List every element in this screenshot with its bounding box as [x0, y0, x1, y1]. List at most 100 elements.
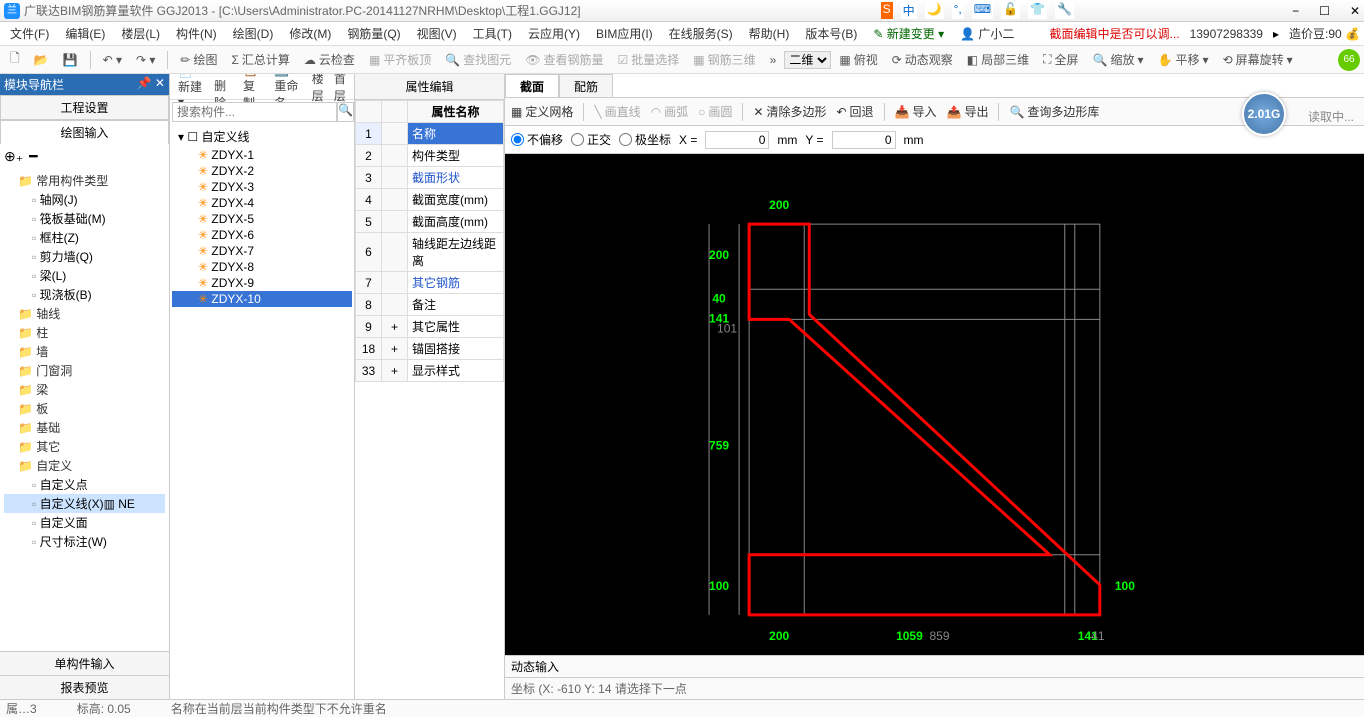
find-element-button[interactable]: 🔍 查找图元	[439, 49, 517, 70]
property-row[interactable]: 9+其它属性	[356, 316, 504, 338]
ime-glyph[interactable]: 🔓	[1001, 2, 1020, 19]
menu-cloud[interactable]: 云应用(Y)	[522, 23, 586, 44]
menu-floor[interactable]: 楼层(L)	[115, 23, 166, 44]
flatten-button[interactable]: ▦ 平齐板顶	[363, 49, 437, 70]
ime-glyph[interactable]: ⌨	[972, 2, 993, 19]
tree-node[interactable]: 基础	[4, 418, 165, 437]
menu-modify[interactable]: 修改(M)	[283, 23, 337, 44]
ime-glyph[interactable]: 🔧	[1055, 2, 1074, 19]
notification-badge[interactable]: 66	[1338, 49, 1360, 71]
x-input[interactable]	[705, 131, 769, 149]
mode-no-offset[interactable]: 不偏移	[511, 131, 563, 148]
nav-tab-settings[interactable]: 工程设置	[0, 95, 169, 120]
fullscreen-button[interactable]: ⛶ 全屏	[1037, 49, 1084, 70]
tree-node[interactable]: 现浇板(B)	[4, 285, 165, 304]
list-item[interactable]: ZDYX-2	[172, 163, 352, 179]
view-mode-select[interactable]: 二维	[784, 51, 831, 69]
menu-draw[interactable]: 绘图(D)	[227, 23, 280, 44]
menu-file[interactable]: 文件(F)	[4, 23, 55, 44]
tree-node[interactable]: 尺寸标注(W)	[4, 532, 165, 551]
ime-glyph[interactable]: S	[881, 2, 893, 19]
list-item[interactable]: ZDYX-6	[172, 227, 352, 243]
define-grid-button[interactable]: ▦ 定义网格	[511, 103, 573, 120]
mode-polar[interactable]: 极坐标	[619, 131, 671, 148]
tree-node[interactable]: 常用构件类型	[4, 171, 165, 190]
tree-node[interactable]: 自定义点	[4, 475, 165, 494]
menu-version[interactable]: 版本号(B)	[799, 23, 863, 44]
list-item[interactable]: ZDYX-5	[172, 211, 352, 227]
view-rebar-button[interactable]: 👁 查看钢筋量	[519, 49, 609, 70]
zoom-button[interactable]: 🔍 缩放 ▾	[1087, 49, 1150, 70]
list-root[interactable]: ▾ ☐ 自定义线	[172, 126, 352, 147]
menu-view[interactable]: 视图(V)	[411, 23, 463, 44]
menu-bim[interactable]: BIM应用(I)	[590, 23, 659, 44]
rotate-screen-button[interactable]: ⟲ 屏幕旋转 ▾	[1217, 49, 1299, 70]
sum-button[interactable]: Σ 汇总计算	[225, 49, 295, 70]
tree-node[interactable]: 自定义线(X)▥ NE	[4, 494, 165, 513]
list-item[interactable]: ZDYX-1	[172, 147, 352, 163]
batch-select-button[interactable]: ☑ 批量选择	[612, 49, 686, 70]
property-row[interactable]: 18+锚固搭接	[356, 338, 504, 360]
ime-glyph[interactable]: °,	[952, 2, 964, 19]
mode-ortho[interactable]: 正交	[571, 131, 611, 148]
minimize-button[interactable]: −	[1292, 4, 1299, 18]
list-item[interactable]: ZDYX-4	[172, 195, 352, 211]
y-input[interactable]	[832, 131, 896, 149]
property-row[interactable]: 8备注	[356, 294, 504, 316]
drawing-canvas[interactable]: 200 200 40 141 759 100 100 200 1059 141 …	[505, 154, 1364, 655]
tree-node[interactable]: 自定义面	[4, 513, 165, 532]
draw-circle-button[interactable]: ○ 画圆	[698, 103, 732, 120]
open-file-icon[interactable]: 📂	[28, 51, 55, 69]
tree-node[interactable]: 柱	[4, 323, 165, 342]
report-preview-button[interactable]: 报表预览	[0, 675, 169, 699]
tree-node[interactable]: 筏板基础(M)	[4, 209, 165, 228]
tree-node[interactable]: 墙	[4, 342, 165, 361]
tab-section[interactable]: 截面	[505, 74, 559, 97]
orbit-button[interactable]: ⟳ 动态观察	[886, 49, 959, 70]
property-row[interactable]: 6轴线距左边线距离	[356, 233, 504, 272]
pan-button[interactable]: ✋ 平移 ▾	[1152, 49, 1215, 70]
property-row[interactable]: 1名称	[356, 123, 504, 145]
list-item[interactable]: ZDYX-10	[172, 291, 352, 307]
tree-node[interactable]: 其它	[4, 437, 165, 456]
menu-rebar[interactable]: 钢筋量(Q)	[341, 23, 406, 44]
nav-tab-draw[interactable]: 绘图输入	[0, 120, 169, 144]
draw-arc-button[interactable]: ◠ 画弧	[651, 103, 689, 120]
export-button[interactable]: 📤 导出	[947, 103, 989, 120]
draw-line-button[interactable]: ╲ 画直线	[594, 103, 640, 120]
tree-node[interactable]: 梁(L)	[4, 266, 165, 285]
query-polygon-button[interactable]: 🔍 查询多边形库	[1009, 103, 1099, 120]
redo-icon[interactable]: ↷ ▾	[130, 51, 161, 69]
pin-icon[interactable]: 📌 ✕	[137, 76, 165, 93]
local-3d-button[interactable]: ◧ 局部三维	[961, 49, 1035, 70]
list-item[interactable]: ZDYX-8	[172, 259, 352, 275]
menu-online[interactable]: 在线服务(S)	[663, 23, 739, 44]
single-component-button[interactable]: 单构件输入	[0, 651, 169, 675]
tree-node[interactable]: 剪力墙(Q)	[4, 247, 165, 266]
close-button[interactable]: ✕	[1350, 4, 1360, 18]
import-button[interactable]: 📥 导入	[895, 103, 937, 120]
rebar-3d-button[interactable]: ▦ 钢筋三维	[687, 49, 761, 70]
tree-node[interactable]: 自定义	[4, 456, 165, 475]
property-row[interactable]: 33+显示样式	[356, 360, 504, 382]
new-file-icon[interactable]: 🗋	[4, 47, 26, 72]
list-item[interactable]: ZDYX-9	[172, 275, 352, 291]
more-icon[interactable]: »	[764, 51, 783, 69]
new-change-button[interactable]: ✎ 新建变更 ▾	[867, 23, 950, 44]
property-row[interactable]: 5截面高度(mm)	[356, 211, 504, 233]
ime-glyph[interactable]: 👕	[1028, 2, 1047, 19]
ime-glyph[interactable]: 中	[901, 2, 917, 19]
list-item[interactable]: ZDYX-7	[172, 243, 352, 259]
top-view-button[interactable]: ▦ 俯视	[833, 49, 883, 70]
collapse-icon[interactable]: ━	[29, 148, 37, 165]
property-row[interactable]: 3截面形状	[356, 167, 504, 189]
save-file-icon[interactable]: 💾	[57, 51, 84, 69]
search-input[interactable]	[172, 102, 337, 122]
property-row[interactable]: 4截面宽度(mm)	[356, 189, 504, 211]
menu-edit[interactable]: 编辑(E)	[59, 23, 111, 44]
expand-icon[interactable]: ⊕₊	[4, 148, 23, 165]
undo-button[interactable]: ↶ 回退	[836, 103, 873, 120]
undo-icon[interactable]: ↶ ▾	[97, 51, 128, 69]
tree-node[interactable]: 板	[4, 399, 165, 418]
draw-button[interactable]: ✏ 绘图	[174, 49, 223, 70]
